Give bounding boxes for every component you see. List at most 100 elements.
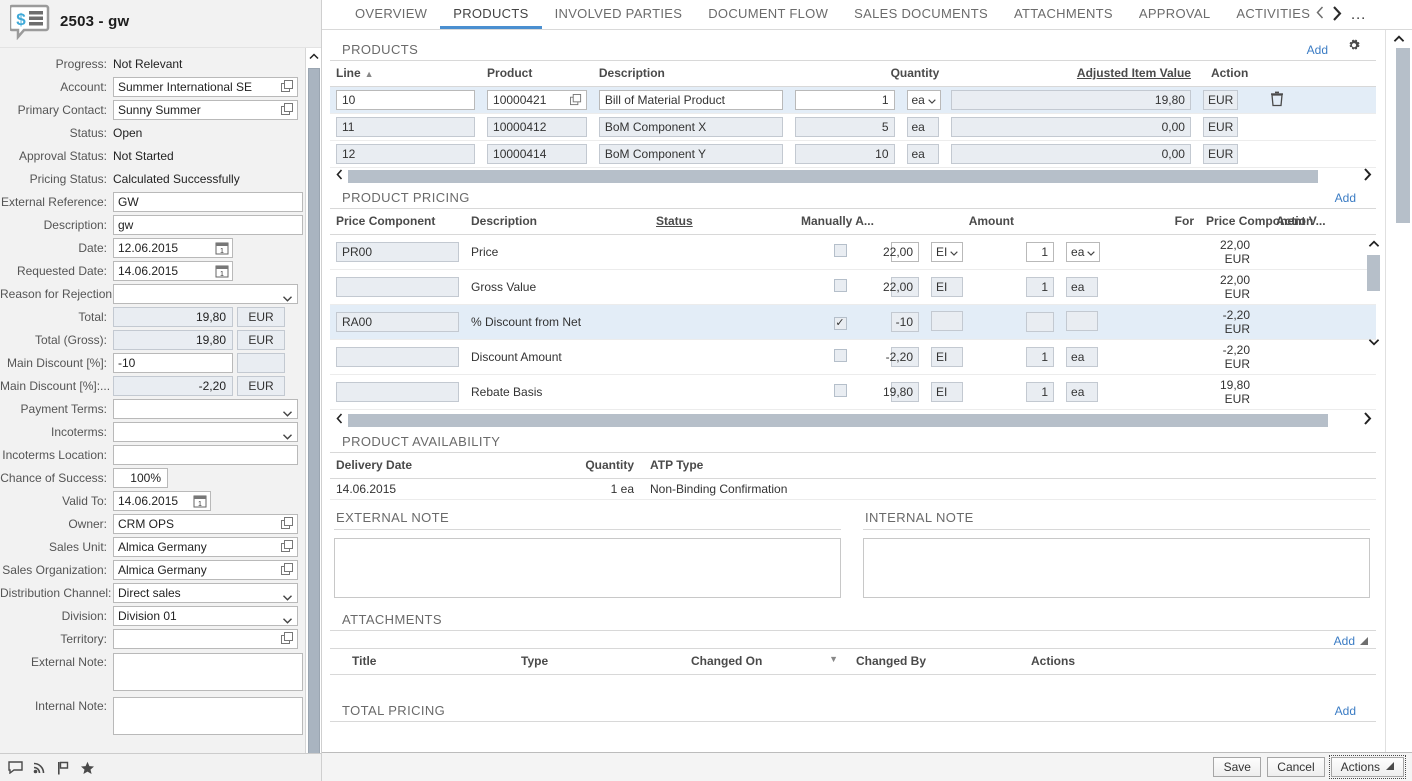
amount-input[interactable]: 22,00 [883, 242, 919, 262]
actions-button[interactable]: Actions [1328, 755, 1407, 779]
chance-of-success-input[interactable]: 100% [113, 467, 168, 488]
products-add-link[interactable]: Add [1307, 43, 1328, 57]
uom-dropdown[interactable]: ea [906, 90, 941, 110]
col-line[interactable]: Line ▲ [330, 61, 482, 87]
tab-products[interactable]: PRODUCTS [440, 0, 542, 29]
cell-for-unit[interactable]: ea [1060, 234, 1201, 270]
requested-date-input[interactable]: 14.06.2015 1 [113, 260, 233, 281]
products-horizontal-scrollbar[interactable] [330, 168, 1376, 184]
sales-unit-input[interactable]: Almica Germany [113, 536, 298, 557]
tab-overflow-icon[interactable]: … [1350, 6, 1367, 24]
tab-overview[interactable]: OVERVIEW [342, 0, 440, 29]
scrollbar-thumb[interactable] [1396, 48, 1410, 223]
territory-input[interactable] [113, 628, 298, 649]
attachments-add-link[interactable]: Add [1334, 634, 1355, 648]
reason-for-rejection-select[interactable] [113, 283, 298, 304]
external-note-input[interactable] [334, 538, 841, 598]
calendar-icon[interactable]: 1 [215, 264, 229, 278]
product-input[interactable]: 10000421 [487, 90, 587, 110]
manually-applied-checkbox[interactable]: ✓ [833, 316, 847, 330]
payment-terms-select[interactable] [113, 398, 298, 419]
main-vertical-scrollbar[interactable] [1385, 30, 1412, 752]
calendar-icon[interactable]: 1 [215, 241, 229, 255]
value-help-icon[interactable] [281, 631, 294, 645]
main-discount-pct-input[interactable]: -10 [113, 352, 233, 373]
calendar-icon[interactable]: 1 [193, 494, 207, 508]
table-row[interactable]: Rebate Basis 19,80 EI 1 ea 19,80 EUR [330, 374, 1376, 410]
cell-manually-applied[interactable]: ✓ [795, 304, 885, 340]
for-input[interactable]: 1 [1026, 242, 1055, 262]
distribution-channel-select[interactable]: Direct sales [113, 582, 298, 603]
save-button[interactable]: Save [1213, 757, 1262, 777]
scroll-thumb[interactable] [348, 169, 1318, 183]
col-for[interactable]: For [1020, 209, 1201, 235]
cell-product[interactable]: 10000421 [481, 86, 593, 114]
comment-icon[interactable] [8, 761, 23, 774]
value-help-icon[interactable] [281, 562, 294, 576]
value-help-icon[interactable] [569, 94, 582, 109]
cell-amount[interactable]: 22,00 [883, 234, 925, 270]
amount-unit-dropdown[interactable]: EI [931, 242, 964, 262]
internal-note-textarea[interactable] [113, 697, 303, 735]
scroll-down-icon[interactable] [1368, 335, 1380, 349]
tab-approval[interactable]: APPROVAL [1126, 0, 1224, 29]
left-panel-scrollbar[interactable] [305, 48, 321, 753]
col-attachment-type[interactable]: Type [515, 648, 685, 675]
col-delivery-date[interactable]: Delivery Date [330, 453, 565, 479]
table-row[interactable]: Gross Value 22,00 EI 1 ea 22,00 EUR [330, 269, 1376, 305]
total-pricing-add-link[interactable]: Add [1335, 704, 1356, 718]
tab-involved-parties[interactable]: INVOLVED PARTIES [542, 0, 696, 29]
gear-icon[interactable] [1346, 38, 1362, 57]
external-reference-input[interactable]: GW [113, 191, 303, 212]
table-row[interactable]: PR00 Price 22,00 EI 1 ea 22,00 EUR [330, 234, 1376, 270]
col-product[interactable]: Product [481, 61, 593, 87]
col-price-component-value[interactable]: Price Component V... [1200, 209, 1326, 235]
col-status[interactable]: Status [650, 209, 795, 235]
cell-uom[interactable]: ea [900, 86, 946, 114]
col-description[interactable]: Description [592, 61, 789, 87]
scrollbar-thumb[interactable] [1367, 255, 1380, 291]
scroll-right-icon[interactable] [1358, 168, 1376, 184]
pricing-add-link[interactable]: Add [1335, 191, 1356, 205]
scroll-thumb[interactable] [348, 413, 1328, 427]
scroll-left-icon[interactable] [330, 413, 348, 427]
incoterms-location-input[interactable] [113, 444, 298, 465]
scroll-track[interactable] [348, 169, 1358, 183]
line-input[interactable]: 10 [336, 90, 476, 110]
value-help-icon[interactable] [281, 102, 294, 116]
for-unit-dropdown[interactable]: ea [1066, 242, 1101, 262]
table-row[interactable]: 14.06.2015 1 ea Non-Binding Confirmation [330, 478, 1376, 500]
account-input[interactable]: Summer International SE [113, 76, 298, 97]
col-manually-applied[interactable]: Manually A... [795, 209, 885, 235]
table-row[interactable]: Discount Amount -2,20 EI 1 ea -2,20 EUR [330, 339, 1376, 375]
tab-attachments[interactable]: ATTACHMENTS [1001, 0, 1126, 29]
internal-note-input[interactable] [863, 538, 1370, 598]
tab-sales-documents[interactable]: SALES DOCUMENTS [841, 0, 1001, 29]
col-price-component[interactable]: Price Component [330, 209, 465, 235]
tab-next-icon[interactable] [1332, 5, 1342, 24]
scrollbar-thumb[interactable] [308, 68, 320, 753]
col-changed-by[interactable]: Changed By [850, 648, 1025, 675]
cell-description[interactable]: Bill of Material Product [592, 86, 789, 114]
cell-line[interactable]: 10 [330, 86, 482, 114]
cancel-button[interactable]: Cancel [1267, 757, 1325, 777]
tab-prev-icon[interactable] [1316, 6, 1324, 23]
valid-to-input[interactable]: 14.06.2015 1 [113, 490, 211, 511]
col-attachment-title[interactable]: Title [330, 648, 515, 675]
table-row[interactable]: 10 10000421 Bill of Material Product 1 e… [330, 86, 1376, 114]
tab-activities[interactable]: ACTIVITIES [1223, 0, 1314, 29]
owner-input[interactable]: CRM OPS [113, 513, 298, 534]
delete-icon[interactable] [1270, 91, 1284, 110]
scroll-right-icon[interactable] [1358, 412, 1376, 428]
scroll-up-icon[interactable] [1368, 237, 1380, 251]
col-avail-quantity[interactable]: Quantity [565, 453, 640, 479]
cell-amount-unit[interactable]: EI [925, 234, 1021, 270]
scroll-left-icon[interactable] [330, 169, 348, 183]
feed-icon[interactable] [33, 761, 47, 774]
table-row[interactable]: RA00 % Discount from Net ✓ -10 -2,20 EUR [330, 304, 1376, 340]
star-icon[interactable] [80, 761, 95, 775]
caret-down-icon[interactable] [1360, 634, 1368, 648]
incoterms-select[interactable] [113, 421, 298, 442]
cell-for[interactable]: 1 [1020, 234, 1061, 270]
table-row[interactable]: 12 10000414 BoM Component Y 10 ea 0,00 E… [330, 140, 1376, 168]
